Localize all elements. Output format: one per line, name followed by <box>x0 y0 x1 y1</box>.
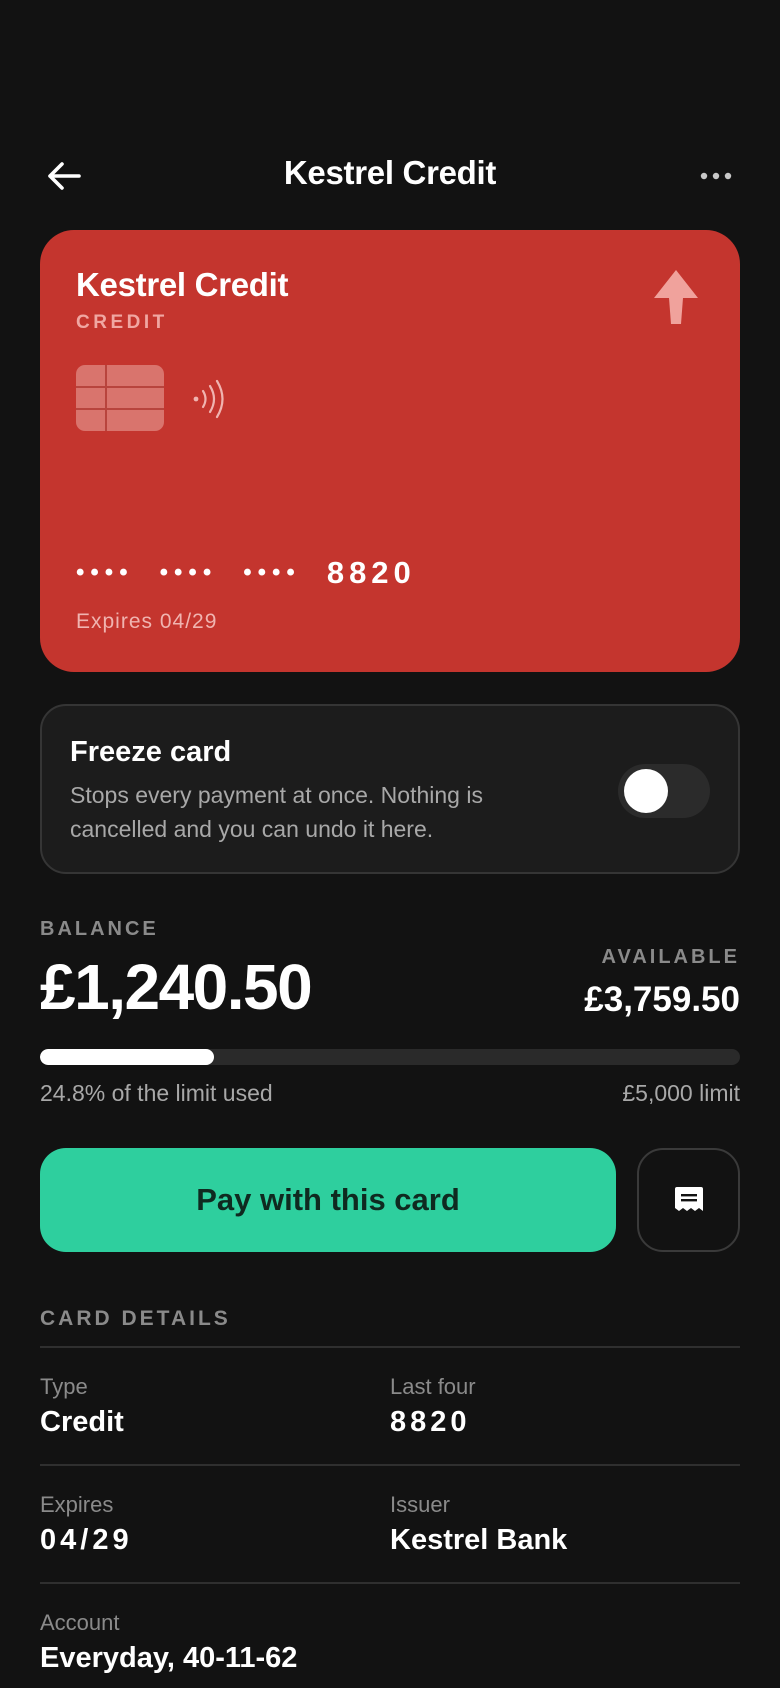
card-last-four: 8820 <box>326 555 416 590</box>
balance-label: BALANCE <box>40 918 159 940</box>
limit-usage-fill <box>40 1049 214 1065</box>
divider <box>40 1346 740 1348</box>
card-number: •••• •••• •••• 8820 <box>76 555 416 591</box>
masked-group: •••• <box>76 559 134 586</box>
expires-value: 04/29 <box>40 1524 133 1556</box>
available-value: £3,759.50 <box>584 980 740 1019</box>
available-label: AVAILABLE <box>601 946 740 968</box>
divider <box>40 1464 740 1466</box>
arrow-up-icon <box>654 270 698 324</box>
more-horizontal-icon <box>700 172 732 180</box>
freeze-card-panel: Freeze card Stops every payment at once.… <box>40 704 740 874</box>
page-title: Kestrel Credit <box>283 154 497 191</box>
toggle-knob <box>624 769 668 813</box>
credit-limit-text: £5,000 limit <box>622 1080 740 1106</box>
masked-group: •••• <box>243 559 301 586</box>
masked-group: •••• <box>159 559 218 586</box>
last-four-value: 8820 <box>390 1406 471 1438</box>
freeze-toggle[interactable] <box>618 764 710 818</box>
freeze-title: Freeze card <box>70 736 232 768</box>
top-bar: Kestrel Credit <box>0 140 780 210</box>
chip-icon <box>76 365 164 431</box>
balance-value: £1,240.50 <box>40 951 313 1023</box>
account-label: Account <box>40 1610 120 1635</box>
type-value: Credit <box>40 1406 124 1438</box>
last-four-label: Last four <box>390 1374 476 1399</box>
freeze-description: Stops every payment at once. Nothing is … <box>70 782 483 842</box>
contactless-icon <box>193 379 224 419</box>
issuer-value: Kestrel Bank <box>390 1524 568 1556</box>
expires-label: Expires <box>40 1492 114 1517</box>
account-value: Everyday, 40-11-62 <box>40 1642 298 1674</box>
type-label: Type <box>40 1374 88 1399</box>
pay-with-card-button[interactable]: Pay with this card <box>40 1148 616 1252</box>
card-type-label: CREDIT <box>76 312 168 333</box>
receipt-icon <box>674 1187 703 1211</box>
more-options-button[interactable] <box>692 152 740 200</box>
receipt-button[interactable] <box>637 1148 740 1252</box>
limit-usage-bar <box>40 1049 740 1065</box>
issuer-label: Issuer <box>390 1492 450 1517</box>
card-name: Kestrel Credit <box>76 266 289 303</box>
limit-used-text: 24.8% of the limit used <box>40 1080 273 1106</box>
credit-card[interactable]: Kestrel Credit CREDIT •••• •••• •••• 882… <box>40 230 740 672</box>
card-details-heading: CARD DETAILS <box>40 1307 231 1330</box>
card-expiry: Expires 04/29 <box>76 610 218 633</box>
divider <box>40 1582 740 1584</box>
card-detail-screen: Kestrel Credit Kestrel Credit CREDIT •••… <box>0 0 780 1688</box>
